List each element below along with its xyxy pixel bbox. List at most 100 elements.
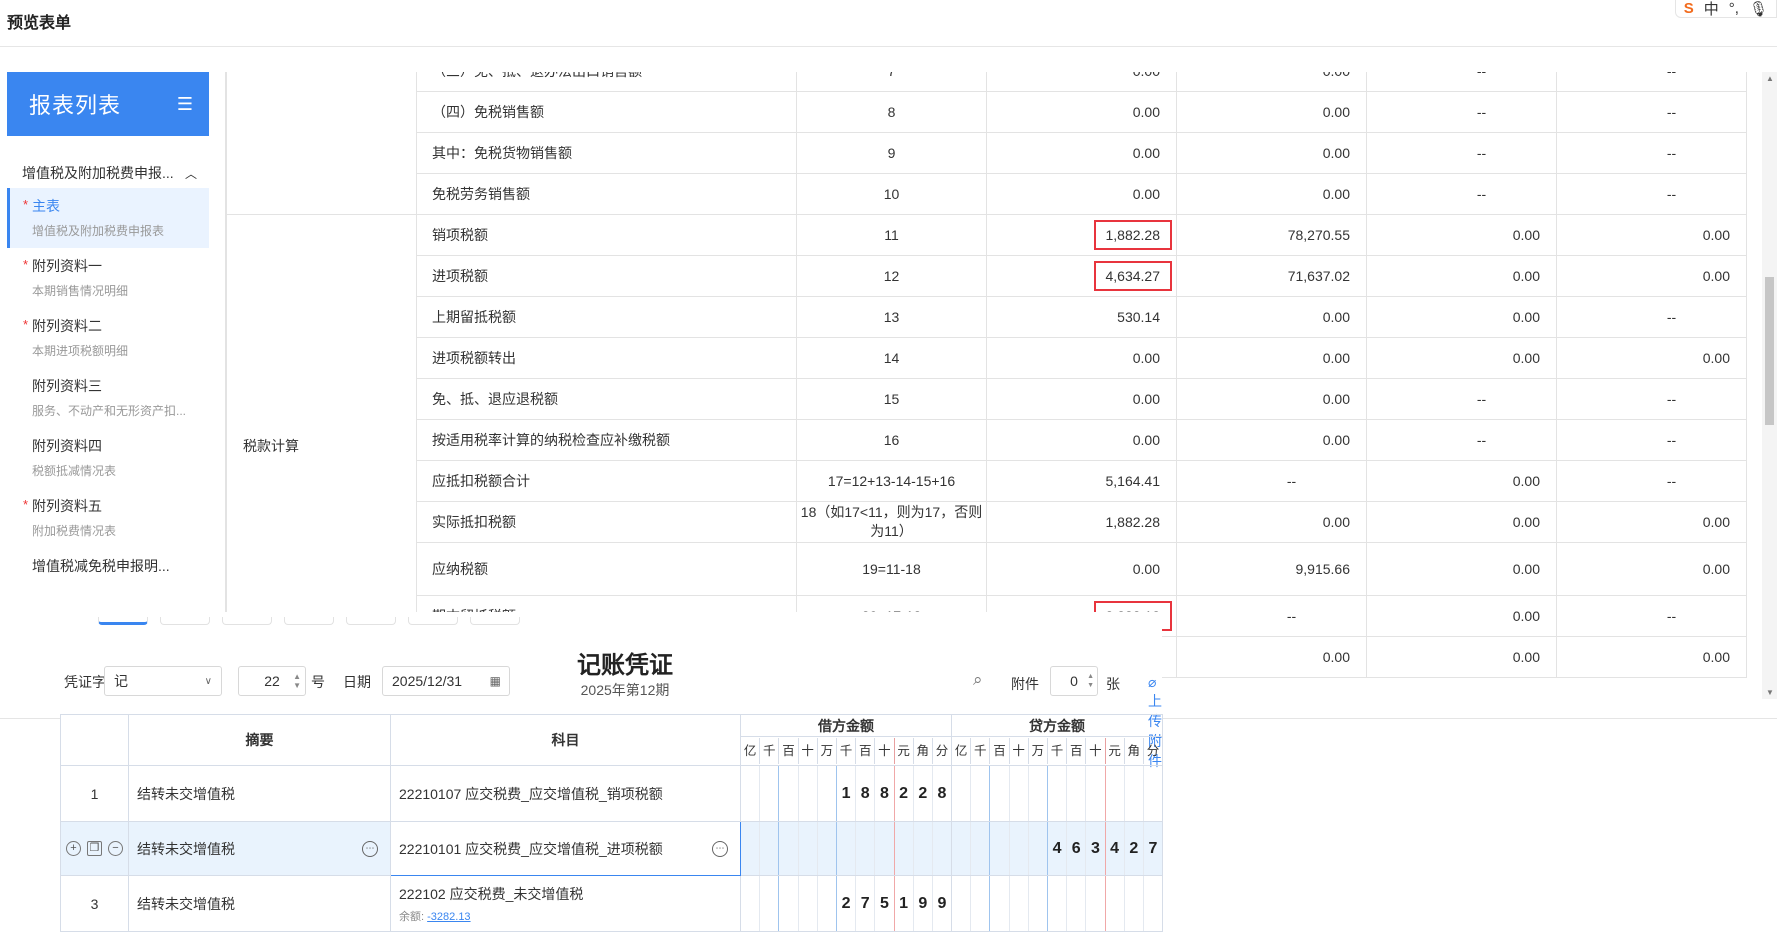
unit-label: 百 (1066, 738, 1085, 764)
amount-cell: 0.00 (1556, 214, 1747, 256)
highlight-box: 4,634.27 (1093, 261, 1172, 291)
add-row-icon[interactable]: + (66, 841, 81, 856)
amount-cell: -- (1556, 296, 1747, 338)
voucher-header-row: 摘要 科目 借方金额 贷方金额 (60, 714, 1163, 766)
summary-cell[interactable]: 结转未交增值税 ⋯ (128, 821, 391, 876)
amount-cell: 0.00 (1176, 419, 1367, 461)
calendar-icon[interactable]: ▦ (490, 674, 501, 688)
date-value: 2025/12/31 (392, 673, 463, 689)
chevron-up-icon[interactable]: ︿ (185, 165, 197, 182)
row-number-cell: 12 (796, 255, 987, 297)
more-options-icon[interactable]: ⋯ (712, 840, 728, 857)
credit-amount-cell[interactable] (951, 765, 1163, 822)
search-icon[interactable]: ⌕ (973, 670, 983, 690)
stepper-arrows-icon[interactable]: ▲ ▼ (293, 672, 301, 690)
unit-label: 十 (874, 738, 893, 764)
amount-digit: 3 (1085, 822, 1104, 875)
table-row: （三）免、抵、退办法出口销售额70.000.00---- (226, 72, 1747, 215)
balance-label: 余额: (399, 910, 425, 923)
sidebar-item-2[interactable]: * 附列资料二 本期进项税额明细 (7, 308, 209, 368)
sogou-logo-icon[interactable]: S (1684, 0, 1694, 17)
amount-digit (970, 766, 989, 821)
voucher-line-row[interactable]: 1 结转未交增值税 22210107 应交税费_应交增值税_销项税额 1 8 8 2 2 8 (60, 765, 1163, 822)
amount-digit: 9 (931, 876, 951, 931)
sidebar-item-4[interactable]: 附列资料四 税额抵减情况表 (7, 428, 209, 488)
amount-cell: 0.00 (986, 378, 1177, 420)
amount-digit (1027, 876, 1047, 931)
date-picker[interactable]: 2025/12/31 ▦ (382, 666, 510, 696)
scroll-down-icon[interactable]: ▼ (1766, 688, 1774, 697)
scroll-thumb[interactable] (1765, 277, 1774, 425)
unit-label: 千 (759, 738, 778, 764)
subject-cell[interactable]: 222102 应交税费_未交增值税 余额: -3282.13 (390, 875, 741, 932)
table-row: 免、抵、退应退税额 15 0.00 0.00 -- -- (227, 378, 1747, 420)
amount-digit (952, 766, 970, 821)
summary-cell[interactable]: 结转未交增值税 (128, 765, 391, 822)
amount-cell: -- (1176, 595, 1367, 637)
amount-cell: 0.00 (1366, 501, 1557, 543)
voucher-entry-table: 摘要 科目 借方金额 贷方金额亿千百十万千百十元角分亿千百十万千百十元角分 1 结转未交增… (60, 714, 1163, 932)
sidebar-item-subtitle: 本期销售情况明细 (32, 284, 129, 298)
debit-digit-cells: 188228 (741, 766, 951, 821)
amount-cell: 530.14 (986, 296, 1177, 338)
debit-amount-cell[interactable]: 275199 (740, 875, 952, 932)
copy-row-icon[interactable]: ❐ (87, 841, 102, 856)
amount-digit (835, 822, 855, 875)
amount-digit (1046, 876, 1066, 931)
header-summary: 摘要 (128, 714, 391, 766)
sidebar-item-3[interactable]: 附列资料三服务、不动产和无形资产扣... (7, 368, 209, 428)
amount-digit: 2 (912, 766, 932, 821)
debit-amount-cell[interactable]: 188228 (740, 765, 952, 822)
sidebar-item-label: 附列资料一 (32, 258, 102, 274)
voucher-word-select[interactable]: 记 ∨ (104, 666, 222, 696)
highlight-box: 1,882.28 (1093, 220, 1172, 250)
unit-label: 百 (855, 738, 874, 764)
report-group-vat[interactable]: 增值税及附加税费申报... ︿ (7, 158, 209, 188)
sidebar-item-5[interactable]: * 附列资料五 附加税费情况表 (7, 488, 209, 548)
voucher-number-stepper[interactable]: 22 ▲ ▼ (238, 666, 306, 696)
attachment-count-stepper[interactable]: 0 ▲ ▼ (1050, 666, 1098, 696)
credit-amount-cell[interactable] (951, 875, 1163, 932)
voucher-title: 记账凭证 (577, 652, 673, 679)
credit-amount-cell[interactable]: 463427 (951, 821, 1163, 876)
voucher-line-row[interactable]: + ❐ − 结转未交增值税 ⋯ 22210101 应交税费_应交增值税_进项税额 ⋯ 4 6 3 4… (60, 821, 1163, 876)
summary-cell[interactable]: 结转未交增值税 (128, 875, 391, 932)
voucher-line-row[interactable]: 3 结转未交增值税 222102 应交税费_未交增值税 余额: -3282.13 2 7 5… (60, 875, 1163, 932)
amount-digit (1027, 822, 1047, 875)
collapse-menu-icon[interactable]: ☰ (177, 94, 193, 115)
row-number-cell: 13 (796, 296, 987, 338)
sidebar-item-6[interactable]: 增值税减免税申报明... (7, 548, 209, 608)
balance-value-link[interactable]: -3282.13 (427, 911, 470, 923)
delete-row-icon[interactable]: − (108, 841, 123, 856)
ime-mode-chinese[interactable]: 中 (1704, 0, 1719, 19)
amount-cell: 0.00 (1366, 636, 1557, 678)
report-table-area: （三）免、抵、退办法出口销售额70.000.00----（四）免税销售额80.0… (225, 72, 1747, 699)
more-options-icon[interactable]: ⋯ (362, 840, 378, 857)
subject-cell[interactable]: 22210101 应交税费_应交增值税_进项税额 ⋯ (390, 821, 741, 876)
attachment-label: 附件 (1011, 676, 1039, 692)
amount-digit (759, 876, 778, 931)
table-row: 上期留抵税额 13 530.14 0.00 0.00 -- (227, 296, 1747, 338)
stepper-arrows-icon[interactable]: ▲ ▼ (1087, 672, 1094, 690)
sidebar-item-1[interactable]: * 附列资料一 本期销售情况明细 (7, 248, 209, 308)
amount-digit (759, 822, 778, 875)
sidebar-item-label: 增值税减免税申报明... (32, 558, 170, 574)
amount-digit (1027, 766, 1047, 821)
scroll-up-icon[interactable]: ▲ (1766, 74, 1774, 83)
subject-cell[interactable]: 22210107 应交税费_应交增值税_销项税额 (390, 765, 741, 822)
ime-toolbar[interactable]: S 中 °, 🎙 (1674, 0, 1777, 19)
amount-cell: -- (1556, 419, 1747, 461)
amount-digit (1066, 876, 1085, 931)
unit-label: 十 (797, 738, 817, 764)
amount-digit (759, 766, 778, 821)
debit-amount-cell[interactable] (740, 821, 952, 876)
sidebar-item-subtitle: 服务、不动产和无形资产扣... (32, 404, 187, 418)
vertical-scrollbar[interactable]: ▲ ▼ (1762, 72, 1777, 699)
microphone-icon[interactable]: 🎙 (1749, 0, 1768, 18)
sidebar-item-label: 附列资料三 (32, 378, 102, 394)
credit-digit-cells (952, 876, 1162, 931)
punctuation-icon[interactable]: °, (1729, 0, 1739, 17)
sidebar-item-subtitle: 增值税及附加税费申报表 (32, 224, 165, 238)
sidebar-item-0[interactable]: * 主表 增值税及附加税费申报表 (7, 188, 209, 248)
amount-digit (1066, 766, 1085, 821)
